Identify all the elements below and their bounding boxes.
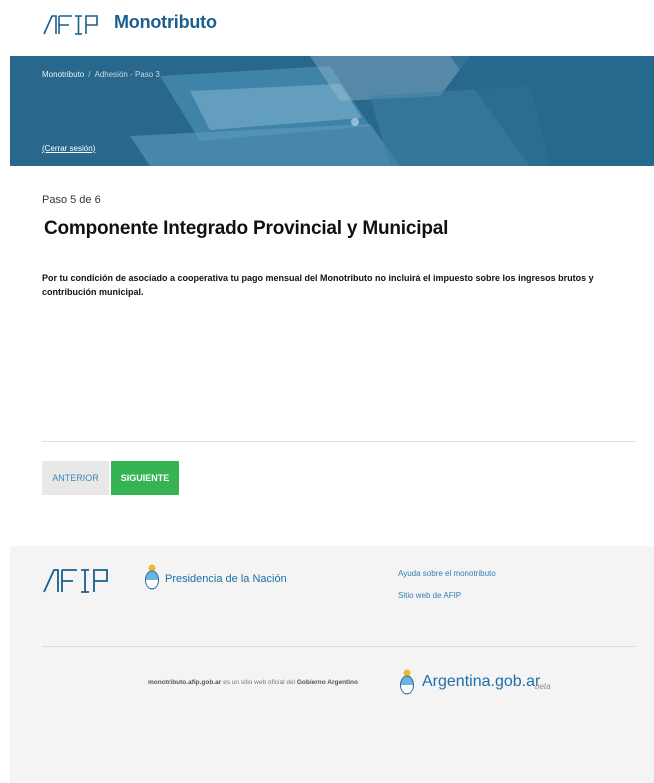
logout-link[interactable]: (Cerrar sesión) xyxy=(42,144,95,153)
afip-logo[interactable] xyxy=(42,12,110,38)
next-button[interactable]: SIGUIENTE xyxy=(111,461,179,495)
hero-banner: Monotributo / Adhesión - Paso 3 (Cerrar se… xyxy=(10,56,654,166)
legal-gov: Gobierno Argentino xyxy=(296,679,358,686)
breadcrumb-separator: / xyxy=(88,70,91,79)
beta-label: beta xyxy=(535,682,551,691)
breadcrumb-item-monotributo[interactable]: Monotributo xyxy=(42,70,84,79)
legal-text: monotributo.afip.gob.ar es un sitio web … xyxy=(148,679,358,686)
afip-footer-logo[interactable] xyxy=(42,566,122,596)
brand-name: Monotributo xyxy=(114,12,217,32)
escudo-icon xyxy=(400,669,414,695)
legal-site: monotributo.afip.gob.ar xyxy=(148,679,222,686)
description-text: Por tu condición de asociado a cooperati… xyxy=(42,273,594,297)
breadcrumb: Monotributo / Adhesión - Paso 3 xyxy=(42,70,160,79)
page-title: Componente Integrado Provincial y Munici… xyxy=(44,218,449,239)
top-bar: Monotributo xyxy=(10,0,654,56)
help-link[interactable]: Ayuda sobre el monotributo xyxy=(398,569,496,578)
presidencia-link[interactable]: Presidencia de la Nación xyxy=(165,573,287,585)
page: Monotributo Monotributo / Adhesión - Paso … xyxy=(10,0,654,783)
afip-site-link[interactable]: Sitio web de AFIP xyxy=(398,591,461,600)
content-divider xyxy=(42,441,636,442)
legal-middle: es un sitio web oficial del xyxy=(223,679,296,686)
step-indicator: Paso 5 de 6 xyxy=(42,194,101,206)
breadcrumb-item-current: Adhesión - Paso 3 xyxy=(94,70,160,79)
footer-divider xyxy=(42,646,636,647)
previous-button[interactable]: ANTERIOR xyxy=(42,461,109,495)
escudo-icon xyxy=(145,564,159,590)
argentina-gob-link[interactable]: Argentina.gob.ar xyxy=(422,673,540,691)
